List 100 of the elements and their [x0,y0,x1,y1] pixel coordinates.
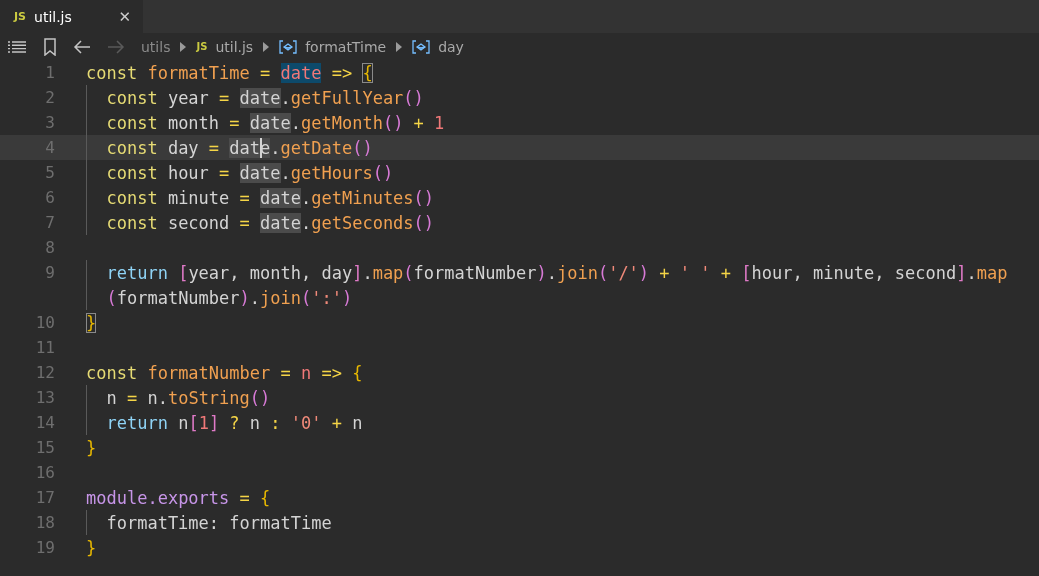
line-number: 1 [44,63,56,82]
code-token: const [86,362,139,383]
code-token: const [105,112,159,133]
code-token: ) [638,262,650,283]
code-token: getSeconds [311,212,414,233]
code-token: n [352,412,363,433]
code-token: : [269,412,282,433]
code-token: ] [956,262,967,283]
code-token: formatNumber [147,362,271,383]
code-token: module [86,487,148,508]
code-token: ? [228,412,241,433]
code-token: ':' [311,287,342,308]
code-token: getMonth [301,112,383,133]
breadcrumb-item[interactable]: util.js [215,38,254,55]
chevron-icon [396,41,403,52]
code-token: ) [239,287,250,308]
code-token: join [556,262,598,283]
code-token: return [105,262,169,283]
code-token: = [279,362,292,383]
code-token: ] [208,412,220,433]
code-token: const [105,187,159,208]
code-token: second [167,212,230,233]
code-token: () [352,137,373,158]
code-token: hour [167,162,209,183]
code-token: } [86,437,97,458]
code-token: map [976,262,1008,283]
code-token: = [238,212,251,233]
back-arrow-icon[interactable] [73,39,91,54]
line-number: 5 [44,163,56,182]
code-token: formatTime: formatTime [105,512,332,533]
code-token: = [218,162,231,183]
code-token: ] [352,262,363,283]
variable-icon [412,39,431,54]
code-token: formatNumber [413,262,537,283]
code-token: join [260,287,301,308]
code-token: const [105,137,159,158]
line-number: 12 [34,363,56,382]
code-token: getHours [290,162,373,183]
code-token: toString [167,387,250,408]
code-token: .exports [147,487,230,508]
line-number: 10 [34,313,56,332]
code-token: const [105,162,159,183]
code-token: hour, minute, second [751,262,957,283]
code-token: date [249,112,291,133]
code-token: . [301,187,312,208]
line-number: 3 [44,113,56,132]
breadcrumb-item[interactable]: utils [141,38,171,55]
code-token: + [719,262,733,283]
code-token: day [167,137,199,158]
code-token: date [260,187,301,208]
variable-icon [279,39,298,54]
tab-label: util.js [34,8,73,25]
code-token: ( [301,287,312,308]
code-token: { [260,487,271,508]
code-token: . [270,137,281,158]
line-number: 18 [34,513,56,532]
outline-list-icon[interactable] [7,38,27,55]
code-token: { [362,62,373,83]
code-token: ( [597,262,609,283]
line-number: 6 [44,188,56,207]
code-token: => [330,62,354,83]
code-token: + [330,412,343,433]
code-token: () [413,212,435,233]
code-token: 1 [434,112,445,133]
breadcrumb-item[interactable]: day [438,38,464,55]
code-token: () [249,387,271,408]
code-token: . [546,262,557,283]
code-token: n [249,412,261,433]
code-token: ' ' [679,262,711,283]
code-token: getFullYear [290,87,404,108]
code-token: date [260,212,301,233]
bookmark-icon[interactable] [43,37,57,56]
code-token: => [320,362,343,383]
code-token: date [239,162,281,183]
code-token: = [207,137,221,158]
code-token: = [228,112,241,133]
code-token: } [86,537,97,558]
line-number: 17 [34,488,56,507]
code-token: const [105,212,159,233]
code-token: ) [341,287,353,308]
code-token: () [382,112,404,133]
breadcrumb-item[interactable]: formatTime [305,38,387,55]
close-icon[interactable]: ✕ [118,7,131,26]
code-token: [ [178,262,189,283]
code-token: () [413,187,435,208]
js-file-icon: JS [14,10,26,23]
file-tab[interactable]: JS util.js ✕ [0,0,143,33]
code-token: const [105,87,159,108]
code-token: () [403,87,424,108]
code-token: ( [403,262,414,283]
code-token: return [105,412,169,433]
line-number: 7 [44,213,56,232]
code-token: formatTime [147,62,250,83]
code-token: . [290,112,301,133]
line-number: 13 [34,388,56,407]
code-token: . [280,162,291,183]
line-number: 16 [34,463,56,482]
js-file-icon: JS [196,41,208,52]
code-token: map [372,262,404,283]
code-token: = [218,87,231,108]
